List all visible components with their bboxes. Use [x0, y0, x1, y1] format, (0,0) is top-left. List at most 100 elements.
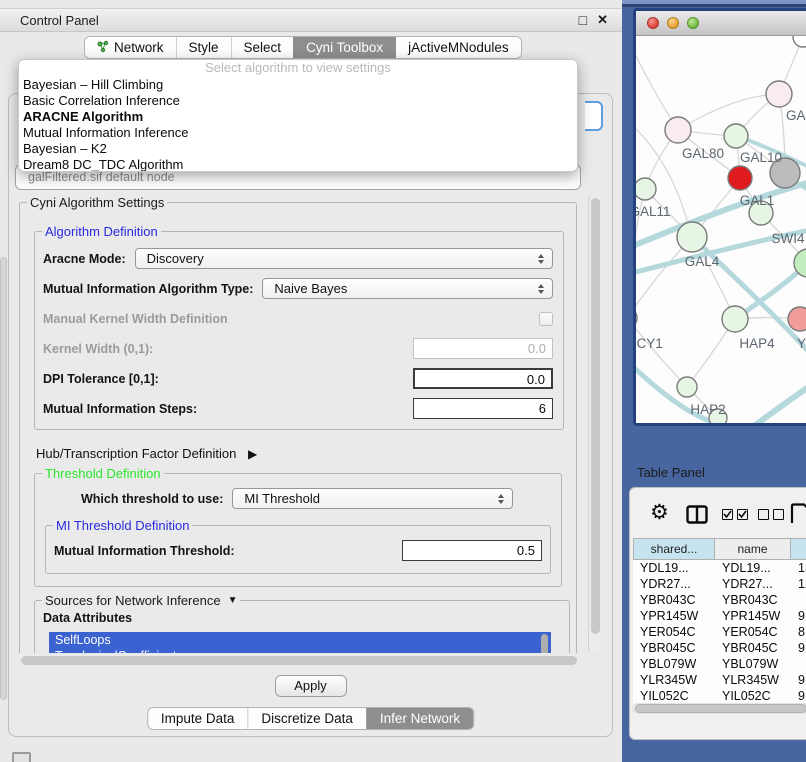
spinner-arrows-icon: [538, 254, 545, 264]
which-threshold-value: MI Threshold: [244, 491, 320, 506]
manual-kernel-width-checkbox[interactable]: [539, 312, 553, 326]
algorithm-option[interactable]: Dream8 DC_TDC Algorithm: [19, 157, 577, 172]
minimize-traffic-light-icon[interactable]: [667, 17, 679, 29]
tab-discretize-data[interactable]: Discretize Data: [247, 708, 366, 729]
tab-select-label: Select: [244, 40, 282, 55]
tab-jactivemnodules[interactable]: jActiveMNodules: [395, 37, 521, 58]
attributes-scrollbar-thumb[interactable]: [541, 634, 548, 653]
table-cell: YBR045C: [715, 640, 791, 656]
network-node[interactable]: [677, 377, 697, 397]
mi-algorithm-type-select[interactable]: Naive Bayes: [262, 278, 553, 299]
table-row[interactable]: YER054CYER054C8.: [633, 624, 806, 640]
kernel-width-input[interactable]: 0.0: [413, 338, 553, 359]
aracne-mode-label: Aracne Mode:: [43, 252, 126, 266]
table-row[interactable]: YLR345WYLR345W9.: [633, 672, 806, 688]
float-window-icon[interactable]: □: [579, 12, 587, 28]
network-node[interactable]: [722, 306, 748, 332]
mi-threshold-input[interactable]: 0.5: [402, 540, 542, 561]
tab-select[interactable]: Select: [231, 37, 294, 58]
which-threshold-select[interactable]: MI Threshold: [232, 488, 513, 509]
table-row[interactable]: YBR045CYBR045C9.: [633, 640, 806, 656]
kernel-width-label: Kernel Width (0,1):: [43, 342, 153, 356]
split-columns-icon[interactable]: [686, 505, 708, 529]
network-graph: GALGAL80GAL10GAL1GAL11SWI4GAL4GCY1HAP4YH…: [636, 36, 806, 423]
algorithm-option[interactable]: Basic Correlation Inference: [19, 93, 577, 109]
collapsed-panel-icon[interactable]: [12, 752, 31, 762]
dpi-tolerance-input[interactable]: 0.0: [413, 368, 553, 389]
algorithm-option[interactable]: ARACNE Algorithm: [19, 109, 577, 125]
network-edge-highlighted: [754, 378, 806, 423]
algorithm-option[interactable]: Mutual Information Inference: [19, 125, 577, 141]
network-node[interactable]: [728, 166, 752, 190]
table-horizontal-scrollbar[interactable]: [632, 703, 806, 714]
settings-vertical-scrollbar[interactable]: [588, 194, 601, 653]
column-header[interactable]: shared...: [633, 538, 715, 560]
table-row[interactable]: YBR043CYBR043C: [633, 592, 806, 608]
table-row[interactable]: YIL052CYIL052C9: [633, 688, 806, 704]
sources-group: Sources for Network Inference ▼ Data Att…: [34, 600, 570, 653]
checked-checkbox-icon[interactable]: [737, 509, 748, 520]
table-row[interactable]: YDL19...YDL19...13: [633, 560, 806, 576]
network-node[interactable]: [636, 178, 656, 200]
column-header[interactable]: name: [715, 538, 791, 560]
data-attributes-label: Data Attributes: [43, 611, 561, 625]
network-node[interactable]: [766, 81, 792, 107]
desktop-top-line: [622, 4, 806, 7]
network-icon: [97, 40, 109, 56]
algorithm-dropdown-popup: Select algorithm to view settings Bayesi…: [18, 59, 578, 172]
close-traffic-light-icon[interactable]: [647, 17, 659, 29]
attribute-item[interactable]: SelfLoops: [49, 632, 551, 648]
table-row[interactable]: YBL079WYBL079W: [633, 656, 806, 672]
network-node[interactable]: [724, 124, 748, 148]
close-icon[interactable]: ✕: [597, 12, 608, 28]
zoom-traffic-light-icon[interactable]: [687, 17, 699, 29]
tab-style[interactable]: Style: [176, 37, 231, 58]
focused-combo-edge[interactable]: [585, 101, 603, 131]
tab-cyni-toolbox[interactable]: Cyni Toolbox: [293, 37, 395, 58]
checked-checkbox-icon[interactable]: [722, 509, 733, 520]
network-node[interactable]: [677, 222, 707, 252]
algorithm-option[interactable]: Bayesian – Hill Climbing: [19, 77, 577, 93]
tab-infer-network[interactable]: Infer Network: [366, 708, 473, 729]
table-cell: 9: [791, 688, 806, 704]
table-cell: 9.: [791, 608, 806, 624]
table-cell: YPR145W: [633, 608, 715, 624]
algorithm-option[interactable]: Bayesian – K2: [19, 141, 577, 157]
node-table: shared...nameA YDL19...YDL19...13YDR27..…: [633, 538, 806, 704]
network-view-window[interactable]: GALGAL80GAL10GAL1GAL11SWI4GAL4GCY1HAP4YH…: [633, 8, 806, 426]
network-canvas[interactable]: GALGAL80GAL10GAL1GAL11SWI4GAL4GCY1HAP4YH…: [636, 36, 806, 423]
collapse-down-icon[interactable]: ▼: [228, 595, 238, 606]
node-label: GAL10: [740, 150, 782, 165]
mi-steps-label: Mutual Information Steps:: [43, 402, 197, 416]
horizontal-scrollbar-thumb[interactable]: [21, 656, 577, 665]
column-header[interactable]: A: [791, 538, 806, 560]
left-edge-divider[interactable]: [0, 257, 7, 700]
expand-right-icon[interactable]: ▶: [248, 447, 257, 461]
table-cell: YBR045C: [633, 640, 715, 656]
cyni-algorithm-settings-title: Cyni Algorithm Settings: [27, 195, 167, 210]
attribute-item[interactable]: TopologicalCoefficient: [49, 648, 551, 653]
network-node[interactable]: [665, 117, 691, 143]
node-label: HAP2: [690, 402, 725, 417]
document-icon[interactable]: [790, 503, 806, 530]
unchecked-checkbox-icon[interactable]: [758, 509, 769, 520]
vertical-scrollbar-thumb[interactable]: [591, 198, 600, 634]
mi-steps-input[interactable]: 6: [413, 398, 553, 419]
table-row[interactable]: YDR27...YDR27...12: [633, 576, 806, 592]
network-node[interactable]: [636, 308, 637, 328]
network-node[interactable]: [793, 36, 806, 47]
tab-impute-data[interactable]: Impute Data: [148, 708, 248, 729]
unchecked-checkbox-icon[interactable]: [773, 509, 784, 520]
hub-transcription-factor-section[interactable]: Hub/Transcription Factor Definition ▶: [36, 446, 576, 461]
network-window-titlebar[interactable]: [636, 11, 806, 36]
aracne-mode-select[interactable]: Discovery: [135, 248, 553, 269]
network-node[interactable]: [788, 307, 806, 331]
table-scrollbar-thumb[interactable]: [635, 704, 806, 713]
sources-title-row[interactable]: Sources for Network Inference ▼: [42, 593, 240, 608]
table-row[interactable]: YPR145WYPR145W9.: [633, 608, 806, 624]
settings-horizontal-scrollbar[interactable]: [17, 655, 586, 667]
tab-network[interactable]: Network: [85, 37, 176, 58]
apply-button[interactable]: Apply: [275, 675, 347, 697]
table-cell: YBR043C: [715, 592, 791, 608]
gear-icon[interactable]: ⚙: [650, 500, 669, 525]
